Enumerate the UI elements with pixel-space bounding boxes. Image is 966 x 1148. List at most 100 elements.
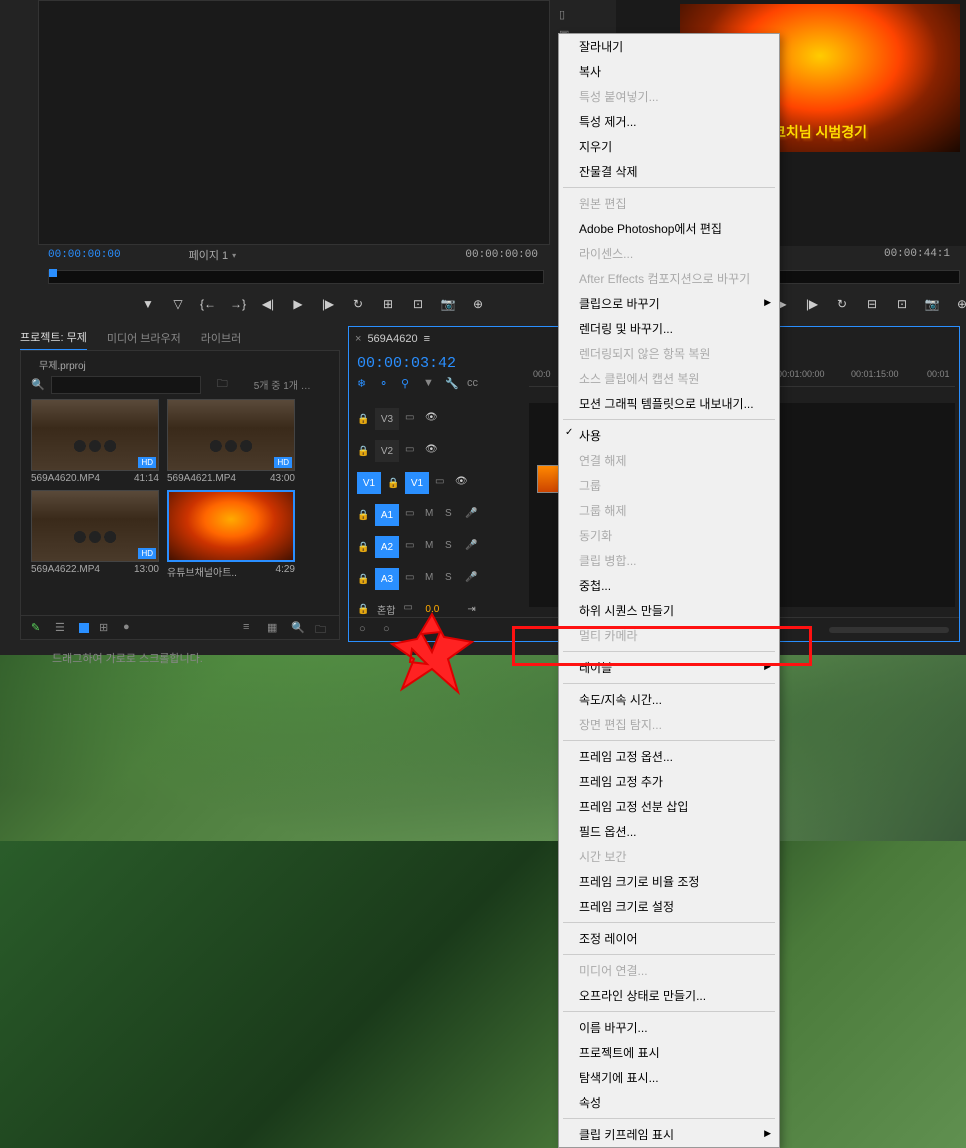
go-in-button[interactable]: {← — [200, 296, 216, 312]
ripple-icon[interactable]: ▼ — [423, 377, 437, 391]
lock-icon[interactable]: 🔒 — [357, 414, 369, 425]
mute-icon[interactable]: M — [425, 572, 439, 586]
more-button[interactable]: ⊕ — [470, 296, 486, 312]
menu-item[interactable]: 하위 시퀀스 만들기 — [559, 598, 779, 623]
source-scrubber[interactable] — [48, 270, 544, 284]
menu-item[interactable]: 프로젝트에 표시 — [559, 1040, 779, 1065]
close-tab-icon[interactable]: × — [355, 333, 361, 345]
menu-item[interactable]: 이름 바꾸기... — [559, 1015, 779, 1040]
mark-out-button[interactable]: ▽ — [170, 296, 186, 312]
menu-item[interactable]: 필드 옵션... — [559, 819, 779, 844]
list-view-icon[interactable]: ☰ — [55, 621, 69, 635]
insert-button[interactable]: ⊞ — [380, 296, 396, 312]
menu-item[interactable]: 특성 제거... — [559, 109, 779, 134]
mute-icon[interactable]: M — [425, 508, 439, 522]
wrench-icon[interactable]: 🔧 — [445, 377, 459, 391]
menu-item[interactable]: 클립으로 바꾸기▶ — [559, 291, 779, 316]
tab-menu-icon[interactable]: ≡ — [424, 333, 430, 345]
menu-item[interactable]: 복사 — [559, 59, 779, 84]
icon-view-icon[interactable] — [79, 623, 89, 633]
menu-item[interactable]: Adobe Photoshop에서 편집 — [559, 216, 779, 241]
freeform-view-icon[interactable]: ⊞ — [99, 621, 113, 635]
solo-icon[interactable]: S — [445, 508, 459, 522]
lock-icon[interactable]: 🔒 — [357, 446, 369, 457]
loop-button[interactable]: ↻ — [350, 296, 366, 312]
find-icon[interactable]: 🔍 — [291, 621, 305, 635]
video-track-header[interactable]: V1 🔒 V1 ▭ 👁 — [357, 467, 525, 499]
thumb-clip[interactable]: HD 569A4622.MP413:00 — [31, 490, 159, 579]
toggle-output-icon[interactable]: ▭ — [405, 444, 419, 458]
menu-item[interactable]: 잘라내기 — [559, 34, 779, 59]
step-back-button[interactable]: ◀| — [260, 296, 276, 312]
menu-item[interactable]: 프레임 크기로 비율 조정 — [559, 869, 779, 894]
timeline-timecode[interactable]: 00:00:03:42 — [357, 355, 456, 372]
menu-item[interactable]: 프레임 고정 옵션... — [559, 744, 779, 769]
timeline-tab[interactable]: × 569A4620 ≡ — [355, 333, 430, 345]
go-out-button[interactable]: →} — [230, 296, 246, 312]
play-button[interactable]: ▶ — [290, 296, 306, 312]
video-track-header[interactable]: 🔒 V2 ▭ 👁 — [357, 435, 525, 467]
toggle-output-icon[interactable]: ▭ — [405, 540, 419, 554]
step-fwd-button[interactable]: |▶ — [804, 296, 820, 312]
timeline-clip[interactable] — [537, 465, 559, 493]
menu-item[interactable]: 모션 그래픽 템플릿으로 내보내기... — [559, 391, 779, 416]
lock-icon[interactable]: 🔒 — [357, 510, 369, 521]
bin-icon[interactable]: 🗀 — [217, 375, 228, 394]
audio-track-header[interactable]: 🔒 A3 ▭ M S 🎤 — [357, 563, 525, 595]
menu-item[interactable]: 잔물결 삭제 — [559, 159, 779, 184]
tab-project[interactable]: 프로젝트: 무제 — [20, 325, 87, 351]
toggle-icon[interactable]: ○ — [359, 623, 373, 637]
search-input[interactable] — [51, 376, 201, 394]
step-fwd-button[interactable]: |▶ — [320, 296, 336, 312]
overwrite-button[interactable]: ⊡ — [410, 296, 426, 312]
thumb-clip[interactable]: HD 569A4620.MP441:14 — [31, 399, 159, 484]
toggle-output-icon[interactable]: ▭ — [405, 508, 419, 522]
lock-icon[interactable]: 🔒 — [357, 574, 369, 585]
menu-item[interactable]: 지우기 — [559, 134, 779, 159]
marker-icon[interactable]: ⚲ — [401, 377, 415, 391]
menu-item[interactable]: 클립 키프레임 표시▶ — [559, 1122, 779, 1147]
linked-sel-icon[interactable]: ⚬ — [379, 377, 393, 391]
extract-button[interactable]: ⊡ — [894, 296, 910, 312]
zoom-slider[interactable] — [829, 627, 949, 633]
menu-item[interactable]: 프레임 크기로 설정 — [559, 894, 779, 919]
new-bin-icon[interactable]: 🗀 — [315, 621, 329, 635]
audio-track-header[interactable]: 🔒 A1 ▭ M S 🎤 — [357, 499, 525, 531]
menu-item[interactable]: 속성 — [559, 1090, 779, 1115]
eye-icon[interactable]: 👁 — [425, 444, 439, 458]
menu-item[interactable]: 프레임 고정 선분 삽입 — [559, 794, 779, 819]
solo-icon[interactable]: S — [445, 540, 459, 554]
mic-icon[interactable]: 🎤 — [465, 540, 479, 554]
menu-item[interactable]: 중첩... — [559, 573, 779, 598]
loop-button[interactable]: ↻ — [834, 296, 850, 312]
source-tc-in[interactable]: 00:00:00:00 — [48, 249, 121, 261]
toggle-output-icon[interactable]: ▭ — [405, 412, 419, 426]
menu-item[interactable]: 사용✓ — [559, 423, 779, 448]
pencil-icon[interactable]: ✎ — [31, 621, 45, 635]
export-frame-button[interactable]: 📷 — [440, 296, 456, 312]
thumb-clip[interactable]: 유튜브채널아트..4:29 — [167, 490, 295, 579]
menu-item[interactable]: 프레임 고정 추가 — [559, 769, 779, 794]
solo-icon[interactable]: S — [445, 572, 459, 586]
menu-item[interactable]: 오프라인 상태로 만들기... — [559, 983, 779, 1008]
lock-icon[interactable]: 🔒 — [357, 604, 369, 615]
menu-item[interactable]: 렌더링 및 바꾸기... — [559, 316, 779, 341]
page-selector[interactable]: 페이지 1 ▾ — [189, 247, 237, 263]
lock-icon[interactable]: 🔒 — [357, 542, 369, 553]
eye-icon[interactable]: 👁 — [425, 412, 439, 426]
automate-icon[interactable]: ▦ — [267, 621, 281, 635]
toggle-output-icon[interactable]: ▭ — [405, 572, 419, 586]
toggle-output-icon[interactable]: ▭ — [435, 476, 449, 490]
lift-button[interactable]: ⊟ — [864, 296, 880, 312]
sort-icon[interactable]: ≡ — [243, 621, 257, 635]
zoom-slider-icon[interactable]: ● — [123, 621, 137, 635]
mark-in-button[interactable]: ▼ — [140, 296, 156, 312]
playhead-icon[interactable] — [49, 269, 57, 277]
more-button[interactable]: ⊕ — [954, 296, 966, 312]
selection-tool-icon[interactable]: ▯ — [559, 8, 573, 22]
thumb-clip[interactable]: HD 569A4621.MP443:00 — [167, 399, 295, 484]
menu-item[interactable]: 탐색기에 표시... — [559, 1065, 779, 1090]
menu-item[interactable]: 속도/지속 시간... — [559, 687, 779, 712]
tab-libraries[interactable]: 라이브러 — [201, 326, 241, 350]
export-frame-button[interactable]: 📷 — [924, 296, 940, 312]
